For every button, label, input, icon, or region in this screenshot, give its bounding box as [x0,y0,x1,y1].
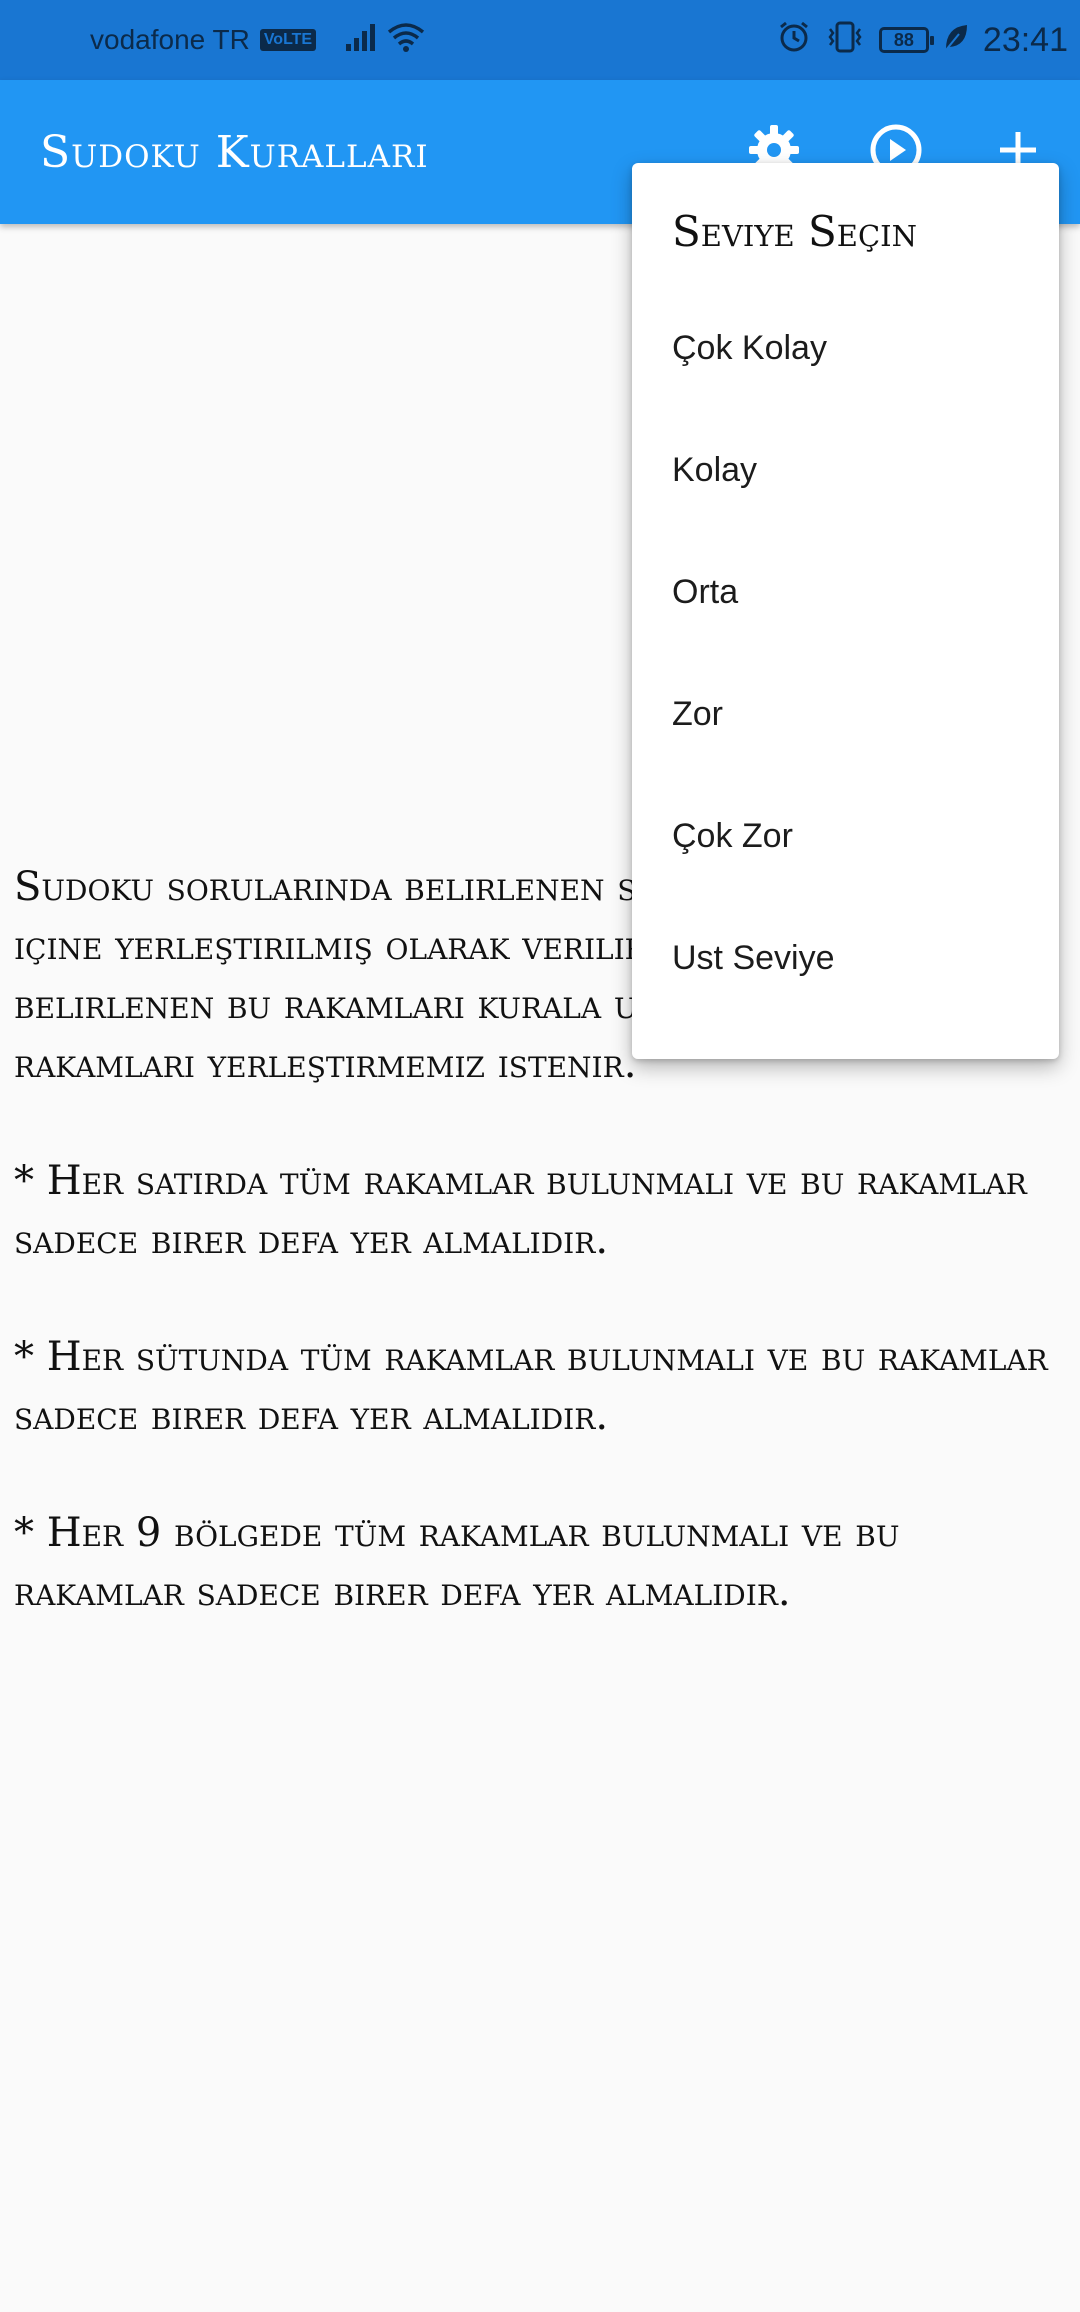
battery-icon: 88 [878,27,934,53]
menu-title: Seviye Seçin [672,207,917,256]
carrier-name: vodafone TR [90,24,250,55]
rule-row: * Her satırda tüm rakamlar bulunmalı ve … [14,1158,1027,1263]
rule-column: * Her sütunda tüm rakamlar bulunmalı ve … [14,1334,1048,1439]
level-item-very-hard[interactable]: Çok Zor [632,775,1059,897]
level-item-easy[interactable]: Kolay [632,409,1059,531]
level-item-expert[interactable]: Ust Seviye [632,897,1059,1019]
level-item-medium[interactable]: Orta [632,531,1059,653]
status-left: vodafone TR VoLTE [90,0,426,80]
alarm-icon [777,20,811,61]
vibrate-icon [825,20,865,61]
level-item-very-easy[interactable]: Çok Kolay [632,287,1059,409]
rule-region: * Her 9 bölgede tüm rakamlar bulunmalı v… [14,1510,900,1615]
wifi-icon [386,21,426,60]
clock: 23:41 [982,20,1068,59]
level-item-hard[interactable]: Zor [632,653,1059,775]
battery-level: 88 [893,29,914,50]
page-title: Sudoku Kuralları [40,126,429,178]
level-menu: Seviye Seçin Çok Kolay Kolay Orta Zor Ço… [632,163,1059,1059]
status-right: 88 23:41 [777,0,1068,80]
status-bar: vodafone TR VoLTE 88 23:41 [0,0,1080,80]
signal-icon [344,22,380,59]
volte-badge: VoLTE [259,29,317,51]
leaf-icon [943,22,969,59]
